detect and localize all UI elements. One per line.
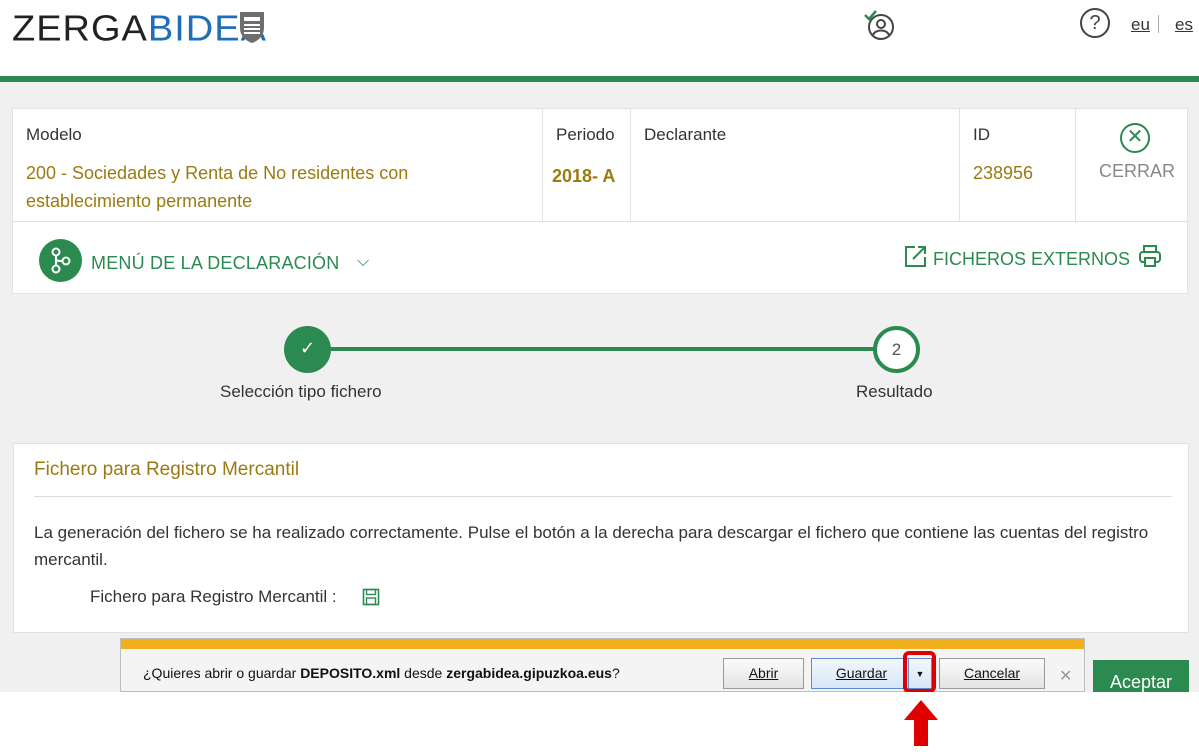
modelo-value: 200 - Sociedades y Renta de No residente… — [26, 163, 409, 211]
external-files-button[interactable]: FICHEROS EXTERNOS — [933, 249, 1130, 270]
id-cell: ID 238956 — [960, 109, 1076, 221]
card-divider — [13, 221, 1189, 222]
save-floppy-icon[interactable] — [362, 588, 380, 606]
step-1-label: Selección tipo fichero — [220, 382, 382, 401]
modelo-cell: Modelo 200 - Sociedades y Renta de No re… — [13, 109, 543, 221]
language-separator — [1158, 15, 1159, 33]
prompt-file-name: DEPOSITO.xml — [300, 665, 401, 681]
top-header: ZERGABIDEA ? eu es — [0, 0, 1199, 82]
save-button-label: Guardar — [835, 665, 888, 681]
id-value: 238956 — [973, 163, 1034, 183]
result-divider — [34, 496, 1172, 497]
language-link-eu[interactable]: eu — [1131, 15, 1150, 35]
result-title: Fichero para Registro Mercantil — [34, 459, 300, 480]
periodo-label: Periodo — [556, 125, 615, 144]
step-2-label: Resultado — [856, 382, 933, 401]
highlight-box — [903, 651, 936, 693]
declarante-label: Declarante — [644, 125, 727, 144]
zergabidea-logo[interactable]: ZERGABIDEA — [12, 9, 267, 50]
declarante-cell: Declarante — [631, 109, 960, 221]
periodo-cell: Periodo 2018- A — [543, 109, 631, 221]
download-notification-bar: ¿Quieres abrir o guardar DEPOSITO.xml de… — [120, 638, 1085, 692]
user-check-icon[interactable] — [862, 8, 898, 42]
periodo-value: 2018- A — [552, 166, 616, 186]
printer-icon[interactable] — [1137, 243, 1163, 269]
prompt-suffix: ? — [611, 665, 620, 681]
shield-logo-icon — [240, 12, 264, 43]
close-icon[interactable]: ✕ — [1059, 666, 1072, 686]
bottom-margin — [0, 692, 1199, 754]
stepper-progress-line — [306, 347, 898, 351]
open-button[interactable]: Abrir — [723, 658, 804, 689]
chevron-down-icon[interactable]: ⌵ — [357, 253, 369, 271]
language-link-es[interactable]: es — [1175, 15, 1193, 35]
help-icon[interactable]: ? — [1080, 8, 1110, 38]
declaration-menu-label[interactable]: MENÚ DE LA DECLARACIÓN — [91, 253, 339, 274]
cancel-button[interactable]: Cancelar — [939, 658, 1045, 689]
tree-branch-icon — [51, 247, 71, 274]
close-circle-icon[interactable]: ✕ — [1120, 123, 1150, 153]
step-2-current: 2 — [873, 326, 920, 373]
red-arrow-up-icon — [904, 700, 938, 746]
result-panel: Fichero para Registro Mercantil La gener… — [13, 443, 1189, 633]
close-declaration-button[interactable]: ✕ CERRAR — [1076, 109, 1189, 221]
close-label[interactable]: CERRAR — [1099, 161, 1175, 182]
prompt-source: zergabidea.gipuzkoa.eus — [446, 665, 612, 681]
logo-text-zerga: ZERGA — [12, 9, 148, 49]
step-1-complete-icon[interactable]: ✓ — [284, 326, 331, 373]
notification-top-stripe — [121, 639, 1084, 649]
declaration-info-card: Modelo 200 - Sociedades y Renta de No re… — [12, 108, 1189, 294]
declaration-menu-icon[interactable] — [39, 239, 82, 282]
download-prompt: ¿Quieres abrir o guardar DEPOSITO.xml de… — [143, 665, 620, 681]
result-message: La generación del fichero se ha realizad… — [34, 523, 1149, 569]
id-label: ID — [973, 125, 990, 144]
open-button-label: Abrir — [748, 665, 779, 681]
file-download-label: Fichero para Registro Mercantil : — [90, 587, 337, 606]
prompt-prefix: ¿Quieres abrir o guardar — [143, 665, 301, 681]
modelo-label: Modelo — [26, 125, 82, 144]
save-button[interactable]: Guardar — [811, 658, 912, 689]
accept-button[interactable]: Aceptar — [1093, 660, 1189, 692]
cancel-button-label: Cancelar — [963, 665, 1021, 681]
prompt-middle: desde — [400, 665, 447, 681]
external-link-icon[interactable] — [903, 243, 929, 269]
